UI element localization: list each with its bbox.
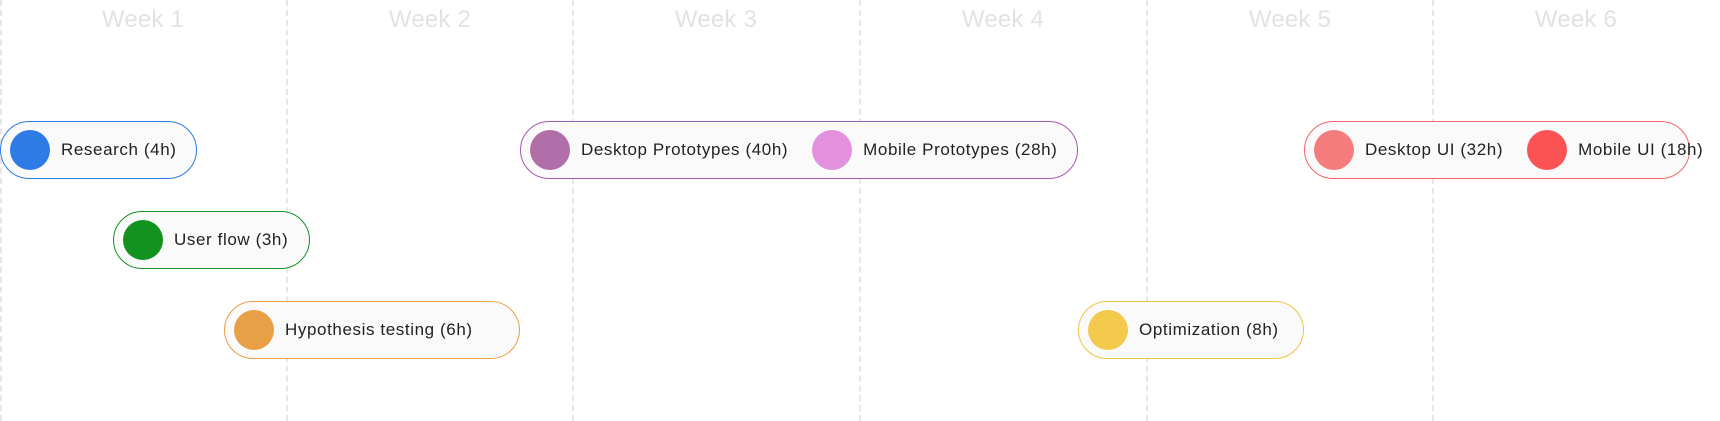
task-user-flow[interactable]: User flow (3h) (123, 220, 288, 260)
task-desktop-ui[interactable]: Desktop UI (32h) (1314, 130, 1503, 170)
week-divider (1432, 0, 1434, 421)
task-color-dot (812, 130, 853, 170)
task-optimization[interactable]: Optimization (8h) (1088, 310, 1279, 350)
task-color-dot (530, 130, 570, 170)
task-mobile-prototypes[interactable]: Mobile Prototypes (28h) (812, 130, 1057, 170)
task-label: Desktop UI (32h) (1365, 140, 1504, 159)
task-group-user-flow[interactable]: User flow (3h) (113, 211, 310, 269)
task-label: Hypothesis testing (6h) (285, 320, 473, 339)
task-desktop-prototypes[interactable]: Desktop Prototypes (40h) (530, 130, 788, 170)
task-group-ui[interactable]: Desktop UI (32h) Mobile UI (18h) (1304, 121, 1703, 179)
task-group-prototypes[interactable]: Desktop Prototypes (40h) Mobile Prototyp… (520, 121, 1078, 179)
task-color-dot (1088, 310, 1128, 350)
task-color-dot (10, 130, 50, 170)
task-label: Research (4h) (61, 140, 177, 159)
task-color-dot (1527, 130, 1568, 170)
week-column-6: Week 6 (1433, 0, 1719, 421)
week-label-1: Week 1 (101, 6, 185, 33)
task-group-hypothesis-testing[interactable]: Hypothesis testing (6h) (224, 301, 520, 359)
task-hypothesis-testing[interactable]: Hypothesis testing (6h) (234, 310, 473, 350)
task-label: Mobile Prototypes (28h) (863, 140, 1058, 159)
week-label-3: Week 3 (674, 6, 758, 33)
week-label-6: Week 6 (1534, 6, 1618, 33)
week-divider (572, 0, 574, 421)
task-color-dot (234, 310, 274, 350)
weekly-timeline: Week 1 Week 2 Week 3 Week 4 Week 5 Week … (0, 0, 1720, 421)
week-divider (859, 0, 861, 421)
task-group-optimization[interactable]: Optimization (8h) (1078, 301, 1304, 359)
task-color-dot (1314, 130, 1354, 170)
task-label: Desktop Prototypes (40h) (581, 140, 789, 159)
week-divider (0, 0, 2, 421)
task-color-dot (123, 220, 163, 260)
task-label: Optimization (8h) (1139, 320, 1279, 339)
task-mobile-ui[interactable]: Mobile UI (18h) (1527, 130, 1703, 170)
week-column-3: Week 3 (573, 0, 859, 421)
task-label: Mobile UI (18h) (1578, 140, 1704, 159)
week-label-4: Week 4 (961, 6, 1045, 33)
task-label: User flow (3h) (174, 230, 289, 249)
week-label-2: Week 2 (388, 6, 472, 33)
task-research[interactable]: Research (4h) (10, 130, 177, 170)
week-label-5: Week 5 (1248, 6, 1332, 33)
task-group-research[interactable]: Research (4h) (0, 121, 197, 179)
